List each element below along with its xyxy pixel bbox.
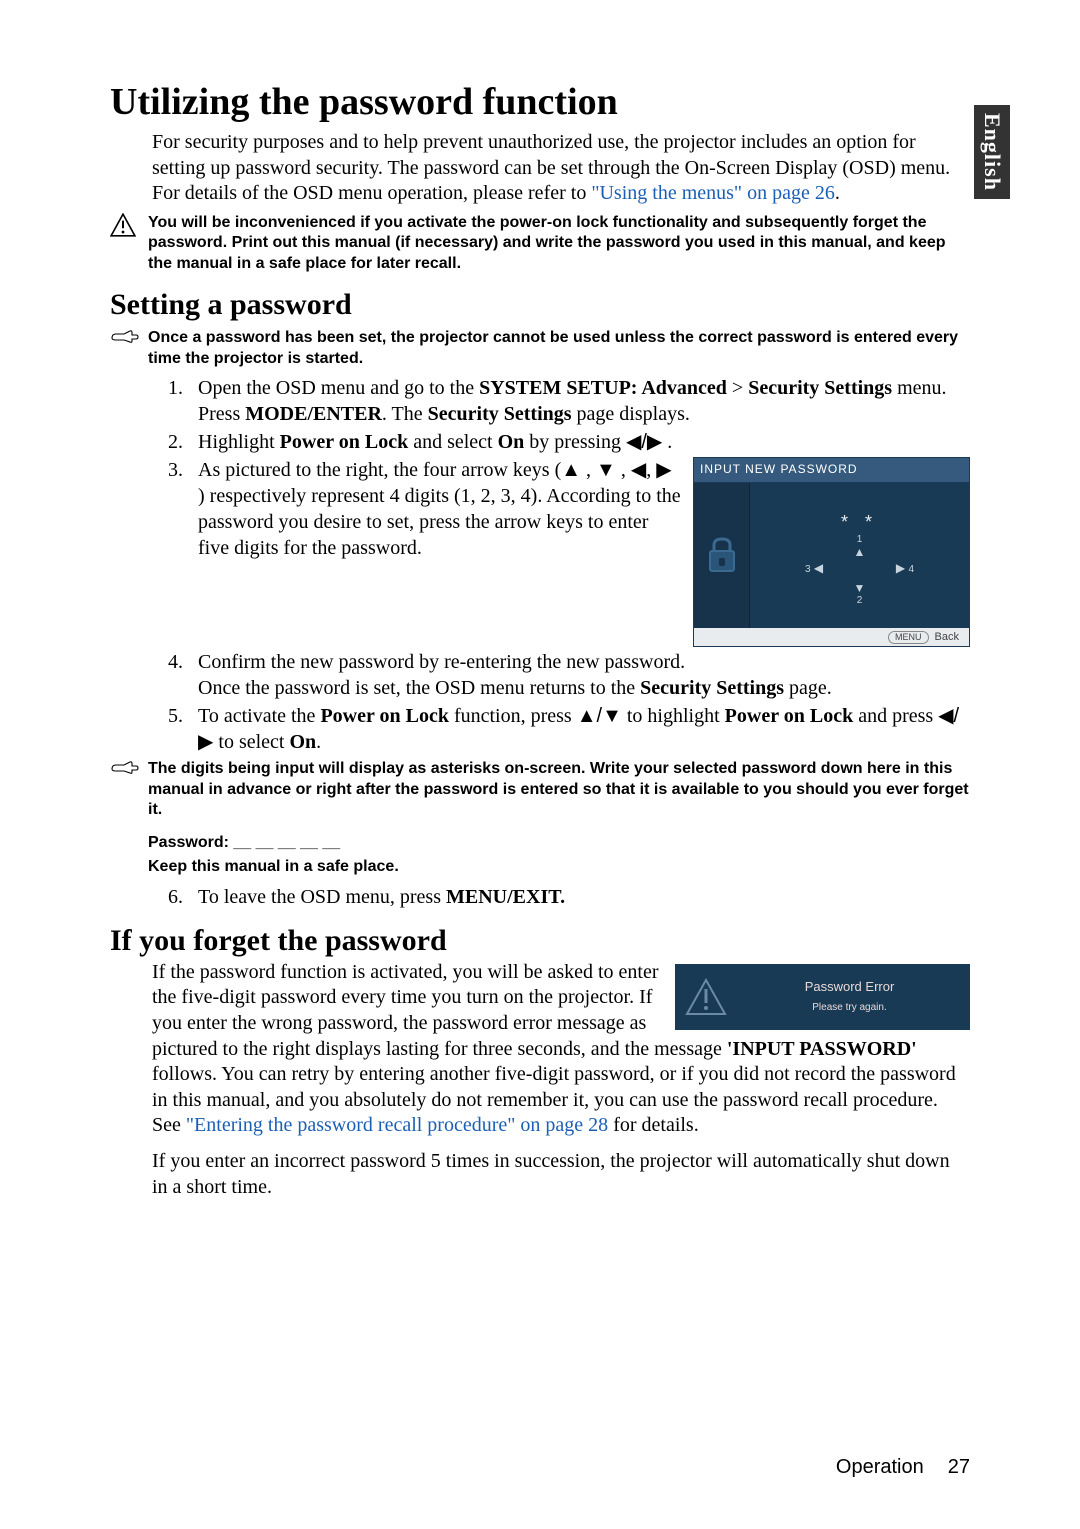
step-1: Open the OSD menu and go to the SYSTEM S… [188,375,970,427]
lock-icon [705,535,739,575]
forget-paragraph-2: If you enter an incorrect password 5 tim… [152,1149,970,1200]
osd-input-password-illustration: INPUT NEW PASSWORD * * 1 [693,457,970,647]
password-error-illustration: Password Error Please try again. [675,964,970,1030]
forget-password-heading: If you forget the password [110,924,970,958]
step-2: Highlight Power on Lock and select On by… [188,429,970,455]
osd-back-label: Back [935,631,959,643]
note-text: Once a password has been set, the projec… [148,328,970,369]
error-subtitle: Please try again. [739,1002,960,1015]
warning-note-1: You will be inconvenienced if you activa… [110,213,970,274]
keep-safe-line: Keep this manual in a safe place. [148,857,970,877]
right-arrow-icon: ▶ [656,459,671,481]
intro-period: . [835,182,840,204]
osd-arrow-left: 3 ◀ [805,561,823,577]
setting-password-heading: Setting a password [110,288,970,322]
step-6: To leave the OSD menu, press MENU/EXIT. [188,884,970,910]
up-arrow-icon: ▲ [561,459,581,481]
step-5: To activate the Power on Lock function, … [188,703,970,755]
osd-stars: * * [750,511,969,534]
hand-note-2: The digits being input will display as a… [110,759,970,877]
note-text: The digits being input will display as a… [148,759,970,877]
osd-arrow-down: ▼ 2 [854,581,866,607]
up-down-arrow-icon: ▲/▼ [577,705,622,727]
osd-arrow-pad: * * 1 ▲ 3 ◀ ▶ 4 [750,483,969,628]
language-tab: English [974,105,1010,199]
osd-arrow-up: 1 ▲ [854,535,866,561]
footer-section: Operation [836,1456,924,1478]
osd-body: * * 1 ▲ 3 ◀ ▶ 4 [694,483,969,628]
warning-triangle-icon [685,978,727,1016]
menu-pill: MENU [888,631,929,645]
error-text-block: Password Error Please try again. [739,979,960,1014]
footer-page-number: 27 [948,1456,970,1478]
osd-footer: MENU Back [694,628,969,647]
osd-arrow-right: ▶ 4 [896,561,914,577]
hand-note-1: Once a password has been set, the projec… [110,328,970,369]
page-footer: Operation 27 [836,1456,970,1479]
step-3: INPUT NEW PASSWORD * * 1 [188,457,970,647]
osd-header: INPUT NEW PASSWORD [694,458,969,483]
error-title: Password Error [739,979,960,996]
main-title: Utilizing the password function [110,80,970,124]
down-arrow-icon: ▼ [596,459,616,481]
forget-paragraph-1: Password Error Please try again. If the … [152,960,970,1139]
intro-paragraph: For security purposes and to help preven… [152,130,970,207]
pointing-hand-icon [110,759,140,777]
osd-lock-column [694,483,750,628]
warning-triangle-icon [110,213,140,242]
link-using-menus[interactable]: "Using the menus" on page 26 [591,182,835,204]
pointing-hand-icon [110,328,140,346]
step-4: Confirm the new password by re-entering … [188,649,970,701]
left-arrow-icon: ◀ [631,459,646,481]
link-recall-procedure[interactable]: "Entering the password recall procedure"… [186,1114,608,1136]
setting-steps-list: Open the OSD menu and go to the SYSTEM S… [152,375,970,755]
password-blank-line: Password: __ __ __ __ __ [148,833,970,853]
left-right-arrow-icon: ◀/▶ [626,431,662,453]
warning-text: You will be inconvenienced if you activa… [148,213,970,274]
setting-steps-list-cont: To leave the OSD menu, press MENU/EXIT. [152,884,970,910]
